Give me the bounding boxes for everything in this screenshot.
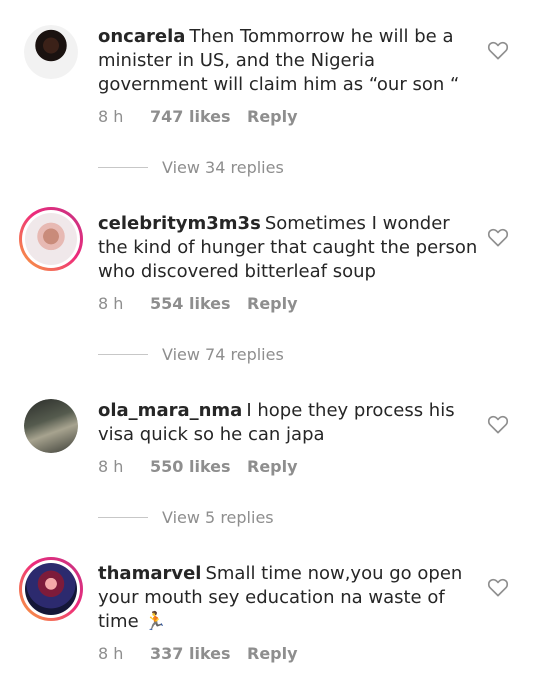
comment-time: 8 h [98,294,124,313]
avatar[interactable] [19,557,83,621]
replies-divider [98,167,148,168]
heart-outline-icon[interactable] [487,577,509,597]
avatar-story-ring [22,560,80,618]
comment-time: 8 h [98,107,124,126]
comment-likes[interactable]: 554 likes [150,294,247,313]
comment-meta: 8 h 554 likes Reply [98,294,298,313]
comment-text: thamarvel Small time now,you go open your… [98,562,478,634]
view-replies-button[interactable]: View 34 replies [98,158,284,177]
view-replies-button[interactable]: View 5 replies [98,508,274,527]
view-replies-label: View 74 replies [162,345,284,364]
replies-divider [98,517,148,518]
comment-text: celebritym3m3s Sometimes I wonder the kin… [98,212,478,284]
avatar[interactable] [24,399,78,453]
heart-outline-icon[interactable] [487,40,509,60]
comment-text: ola_mara_nma I hope they process his visa… [98,399,478,447]
reply-button[interactable]: Reply [247,107,298,126]
heart-outline-icon[interactable] [487,414,509,434]
heart-outline-icon[interactable] [487,227,509,247]
comment-meta: 8 h 747 likes Reply [98,107,298,126]
avatar[interactable] [19,207,83,271]
avatar-image [24,399,78,453]
comment-username[interactable]: thamarvel [98,563,201,584]
reply-button[interactable]: Reply [247,644,298,663]
comment-meta: 8 h 337 likes Reply [98,644,298,663]
avatar[interactable] [24,25,78,79]
avatar-image [24,25,78,79]
avatar-story-ring [22,210,80,268]
view-replies-button[interactable]: View 74 replies [98,345,284,364]
comment-text: oncarela Then Tommorrow he will be a mini… [98,25,478,97]
view-replies-label: View 5 replies [162,508,274,527]
comment-username[interactable]: oncarela [98,26,185,47]
reply-button[interactable]: Reply [247,457,298,476]
comment-username[interactable]: celebritym3m3s [98,213,261,234]
comment-likes[interactable]: 337 likes [150,644,247,663]
replies-divider [98,354,148,355]
view-replies-label: View 34 replies [162,158,284,177]
comment-likes[interactable]: 747 likes [150,107,247,126]
comment-username[interactable]: ola_mara_nma [98,400,242,421]
avatar-image [25,213,77,265]
comment-likes[interactable]: 550 likes [150,457,247,476]
comment-meta: 8 h 550 likes Reply [98,457,298,476]
avatar-image [25,563,77,615]
comment-time: 8 h [98,457,124,476]
reply-button[interactable]: Reply [247,294,298,313]
comment-time: 8 h [98,644,124,663]
